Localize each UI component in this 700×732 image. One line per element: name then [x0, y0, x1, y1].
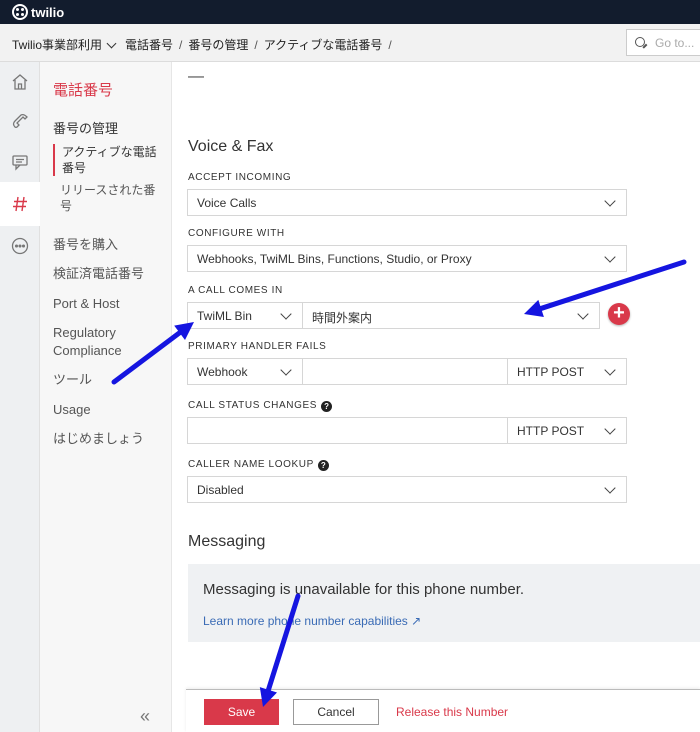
- sidebar-item-usage[interactable]: Usage: [53, 401, 163, 419]
- search-placeholder: Go to...: [655, 36, 695, 50]
- caller-name-value: Disabled: [197, 483, 244, 497]
- voice-fax-heading: Voice & Fax: [188, 138, 274, 155]
- configure-with-label: CONFIGURE WITH: [188, 228, 285, 239]
- sidebar-item-getting-started[interactable]: はじめましょう: [53, 430, 163, 448]
- main-content: — Voice & Fax ACCEPT INCOMING Voice Call…: [172, 62, 700, 732]
- call-status-method-select[interactable]: HTTP POST: [507, 417, 627, 444]
- call-comes-in-type-select[interactable]: TwiML Bin: [187, 302, 303, 329]
- chevron-down-icon: [577, 308, 589, 320]
- primary-handler-label: PRIMARY HANDLER FAILS: [188, 341, 327, 352]
- notes-value: —: [188, 68, 204, 85]
- call-comes-in-label: A CALL COMES IN: [188, 285, 283, 296]
- twilio-logo[interactable]: twilio: [12, 4, 64, 20]
- primary-handler-type-select[interactable]: Webhook: [187, 358, 303, 385]
- messaging-unavailable-text: Messaging is unavailable for this phone …: [203, 581, 525, 598]
- search-input[interactable]: Go to...: [626, 29, 700, 56]
- sidebar-section-manage-numbers[interactable]: 番号の管理: [53, 118, 118, 137]
- twilio-logo-icon: [12, 4, 28, 20]
- sidebar: 電話番号 番号の管理 アクティブな電話番号 リリースされた番号 番号を購入 検証…: [40, 62, 172, 732]
- collapse-sidebar-button[interactable]: «: [140, 706, 150, 727]
- caller-name-select[interactable]: Disabled: [187, 476, 627, 503]
- sidebar-item-regulatory-compliance[interactable]: Regulatory Compliance: [53, 324, 163, 360]
- brand-name: twilio: [31, 4, 65, 20]
- chevron-down-icon: [604, 423, 616, 435]
- chevron-down-icon: [604, 195, 616, 207]
- icon-rail: [0, 62, 40, 732]
- help-icon[interactable]: ?: [321, 401, 333, 412]
- call-comes-in-bin-select[interactable]: 時間外案内: [302, 302, 600, 329]
- chevron-down-icon: [604, 251, 616, 263]
- sidebar-item-buy-number[interactable]: 番号を購入: [53, 236, 163, 254]
- call-comes-in-bin-value: 時間外案内: [312, 311, 373, 325]
- breadcrumb-item[interactable]: 番号の管理: [188, 36, 248, 53]
- chevron-down-icon: [604, 482, 616, 494]
- home-icon[interactable]: [0, 62, 40, 102]
- call-status-method-value: HTTP POST: [517, 424, 585, 438]
- breadcrumb-bar: Twilio事業部利用 電話番号 / 番号の管理 / アクティブな電話番号 /: [0, 24, 700, 62]
- search-icon: [635, 37, 645, 47]
- messaging-unavailable-notice: Messaging is unavailable for this phone …: [188, 564, 700, 642]
- call-status-url-input[interactable]: [187, 417, 508, 444]
- sidebar-item-port-host[interactable]: Port & Host: [53, 295, 163, 313]
- sidebar-item-tools[interactable]: ツール: [53, 371, 163, 389]
- breadcrumb-item[interactable]: 電話番号: [125, 36, 173, 53]
- primary-handler-url-input[interactable]: [302, 358, 508, 385]
- sidebar-item-released-numbers[interactable]: リリースされた番号: [53, 182, 163, 214]
- chevron-down-icon: [280, 308, 292, 320]
- release-number-link[interactable]: Release this Number: [396, 705, 508, 719]
- breadcrumb-separator: /: [254, 37, 258, 52]
- accept-incoming-label: ACCEPT INCOMING: [188, 172, 292, 183]
- account-name: Twilio事業部利用: [12, 38, 103, 52]
- accept-incoming-select[interactable]: Voice Calls: [187, 189, 627, 216]
- chat-icon[interactable]: [0, 142, 40, 182]
- caller-name-label-text: CALLER NAME LOOKUP: [188, 459, 314, 470]
- call-comes-in-type-value: TwiML Bin: [197, 309, 252, 323]
- top-bar: twilio: [0, 0, 700, 24]
- chevron-down-icon: [106, 38, 117, 48]
- action-bar: Save Cancel Release this Number: [186, 689, 700, 732]
- add-twiml-bin-button[interactable]: +: [608, 303, 630, 325]
- configure-with-select[interactable]: Webhooks, TwiML Bins, Functions, Studio,…: [187, 245, 627, 272]
- breadcrumb-item[interactable]: アクティブな電話番号: [264, 36, 383, 53]
- account-switcher[interactable]: Twilio事業部利用: [12, 36, 117, 53]
- messaging-heading: Messaging: [188, 533, 266, 550]
- hash-icon[interactable]: [0, 182, 40, 226]
- more-icon[interactable]: [0, 226, 40, 266]
- primary-handler-type-value: Webhook: [197, 365, 248, 379]
- breadcrumb-separator: /: [388, 37, 392, 52]
- sidebar-title[interactable]: 電話番号: [53, 79, 113, 100]
- sidebar-item-active-numbers[interactable]: アクティブな電話番号: [53, 144, 163, 176]
- chevron-down-icon: [280, 364, 292, 376]
- accept-incoming-value: Voice Calls: [197, 196, 257, 210]
- primary-handler-method-value: HTTP POST: [517, 365, 585, 379]
- help-icon[interactable]: ?: [317, 460, 329, 471]
- caller-name-label: CALLER NAME LOOKUP?: [188, 459, 329, 471]
- primary-handler-method-select[interactable]: HTTP POST: [507, 358, 627, 385]
- chevron-down-icon: [604, 364, 616, 376]
- call-status-label: CALL STATUS CHANGES?: [188, 400, 333, 412]
- breadcrumb: Twilio事業部利用 電話番号 / 番号の管理 / アクティブな電話番号 /: [12, 36, 398, 53]
- phone-icon[interactable]: [0, 102, 40, 142]
- configure-with-value: Webhooks, TwiML Bins, Functions, Studio,…: [197, 252, 472, 266]
- learn-more-link[interactable]: Learn more phone number capabilities ↗: [203, 614, 421, 628]
- save-button[interactable]: Save: [204, 699, 279, 725]
- cancel-button[interactable]: Cancel: [293, 699, 379, 725]
- call-status-label-text: CALL STATUS CHANGES: [188, 400, 318, 411]
- sidebar-item-verified-numbers[interactable]: 検証済電話番号: [53, 265, 163, 283]
- breadcrumb-separator: /: [179, 37, 183, 52]
